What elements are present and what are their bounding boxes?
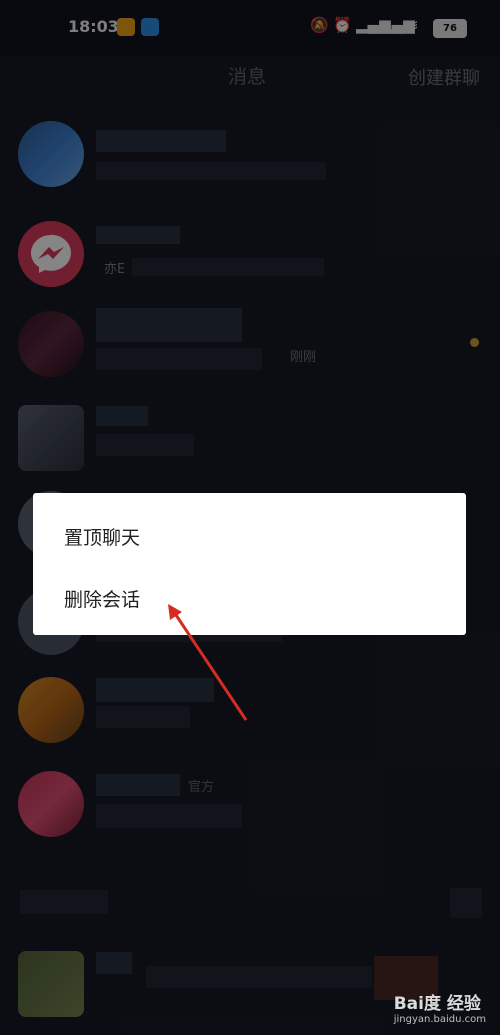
watermark-brand: Bai度 经验 [393,994,481,1014]
watermark: Bai度 经验 jingyan.baidu.com [394,989,486,1025]
watermark-url: jingyan.baidu.com [393,1014,486,1025]
pin-chat-menu-item[interactable]: 置顶聊天 [64,523,140,550]
messages-screen: 18:03 🔕 ⏰ ▂▄▆ ▂▄▆ ≋ 76 消息 创建群聊 亦E 刚刚 官方 … [0,0,500,1035]
context-menu: 置顶聊天 删除会话 [33,493,466,635]
delete-session-menu-item[interactable]: 删除会话 [64,585,140,612]
